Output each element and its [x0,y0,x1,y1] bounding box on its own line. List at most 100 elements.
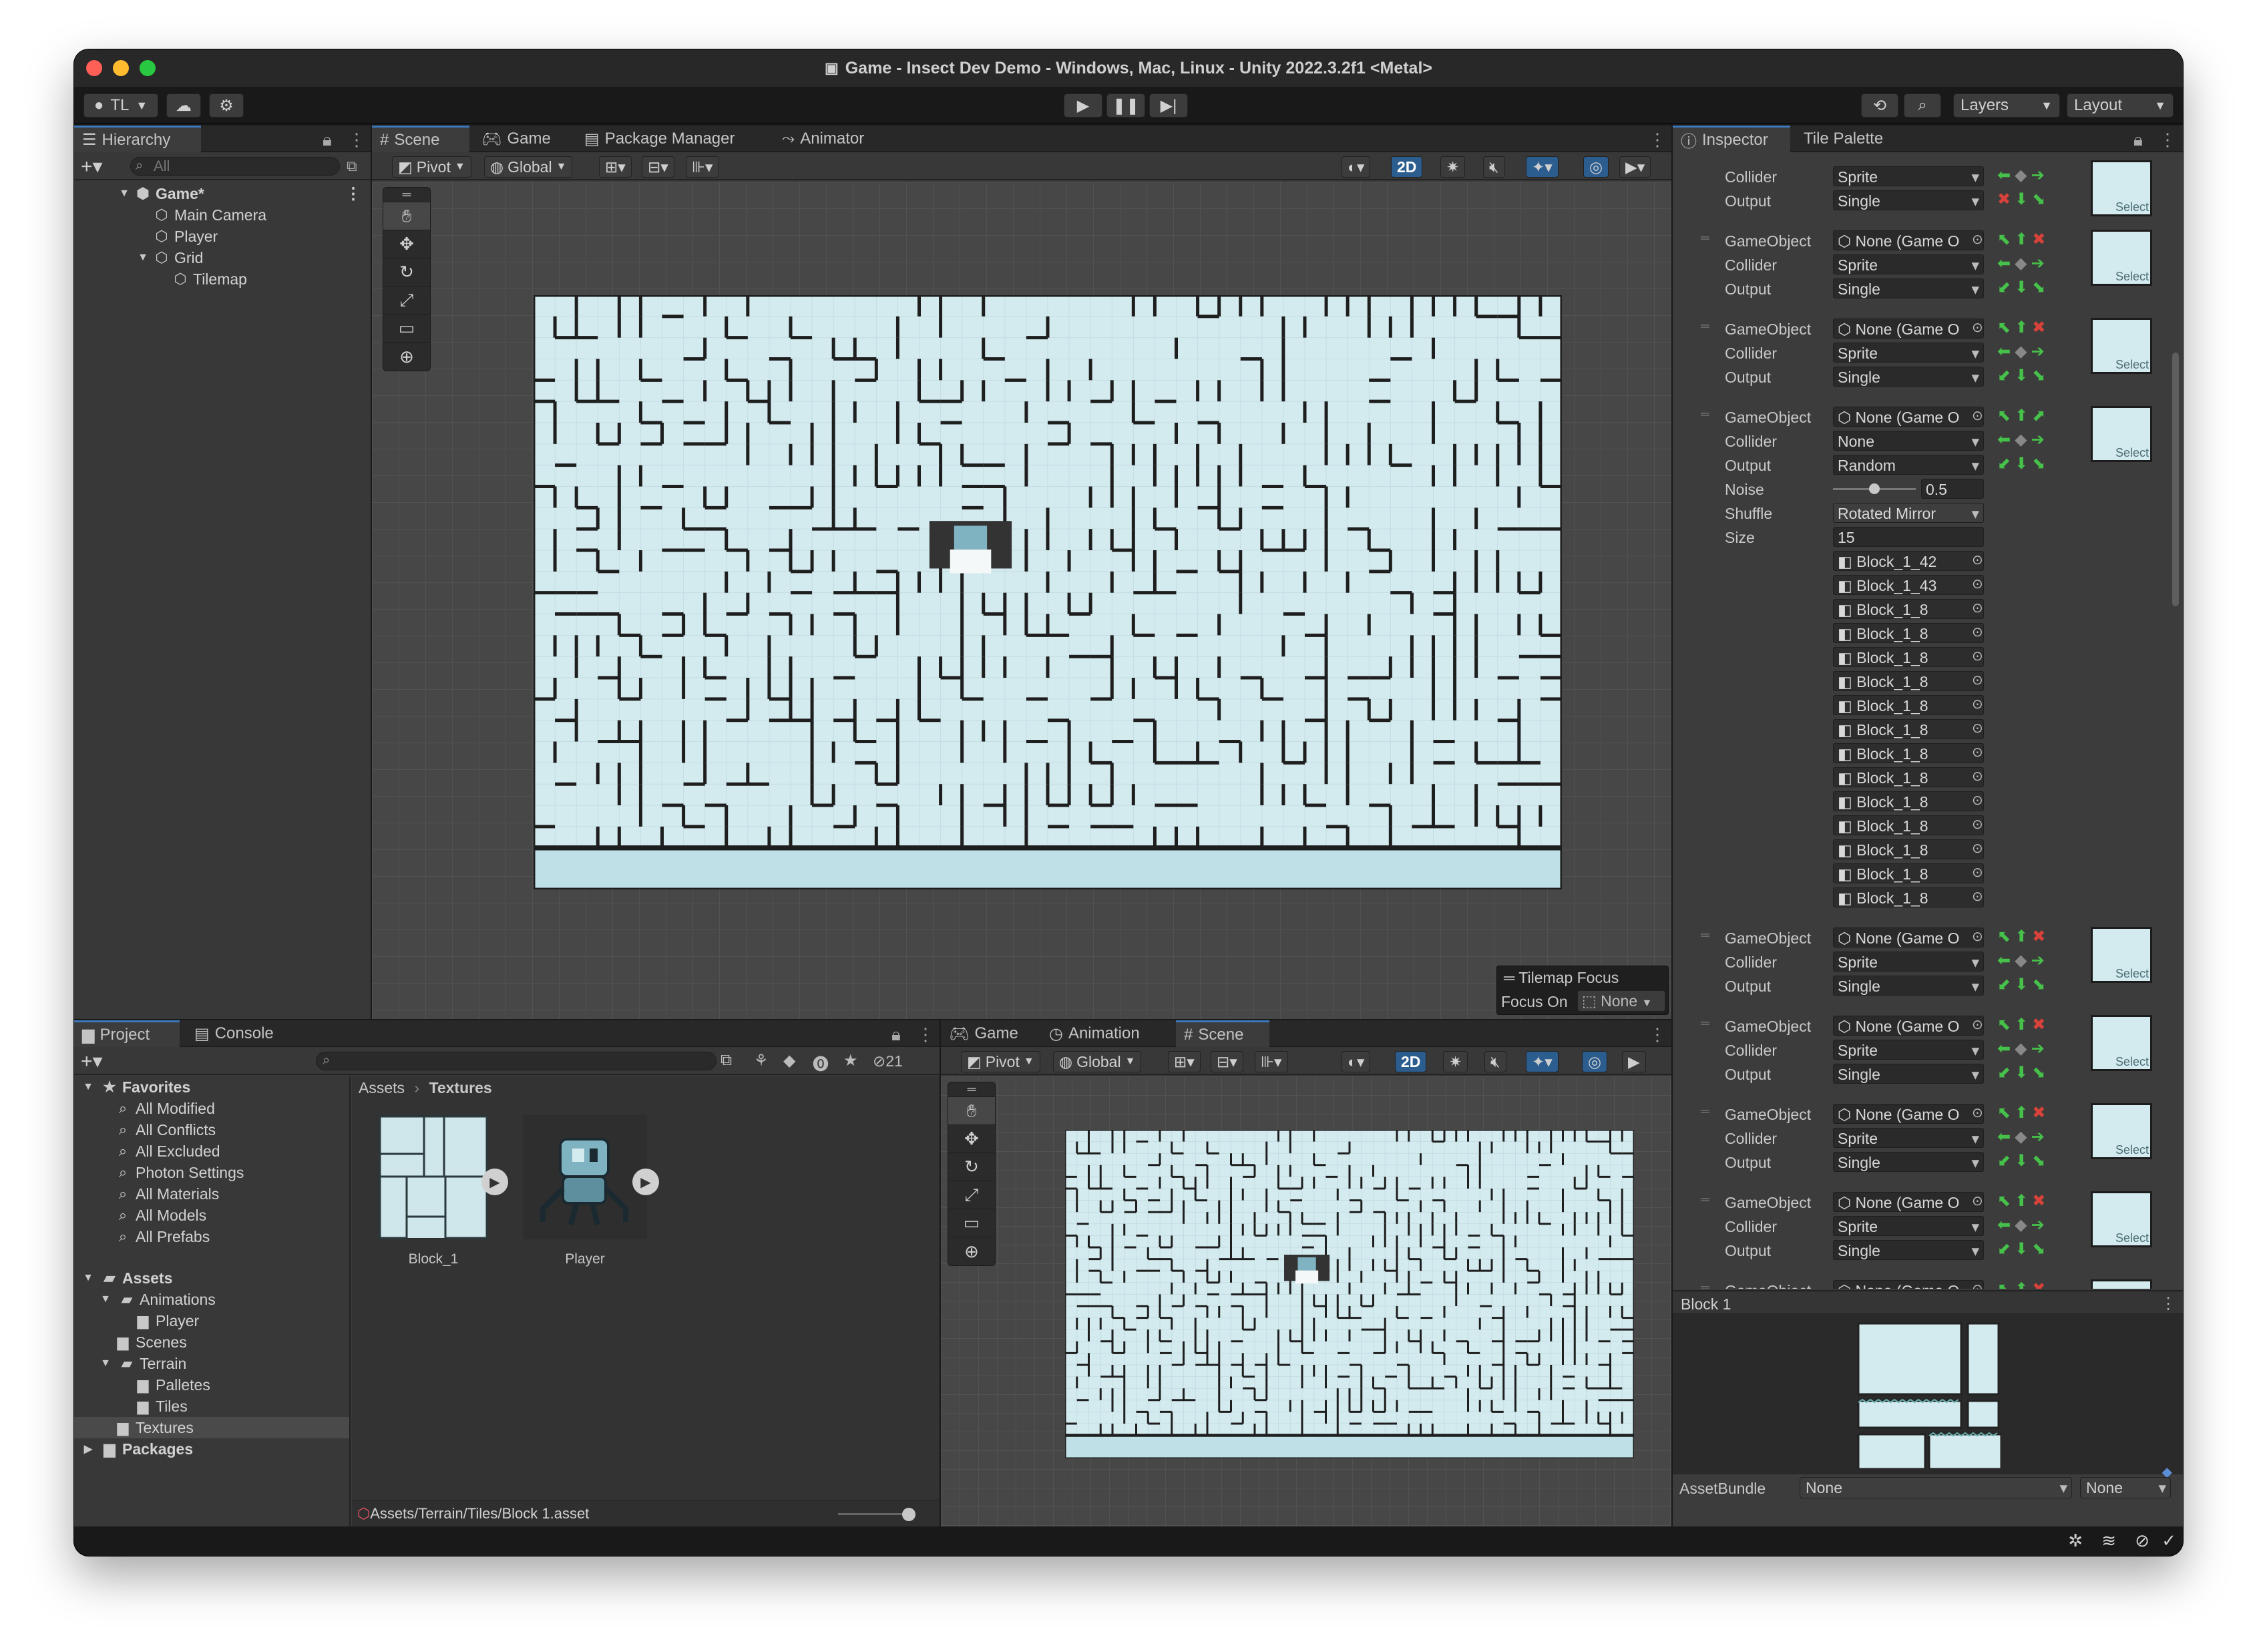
sprite-thumbnail[interactable]: Select [2091,230,2152,286]
cloud-button[interactable]: ☁ [166,93,201,118]
drag-handle-icon[interactable]: ═ [1701,1016,1709,1030]
transform-tool-icon[interactable]: ⊕ [948,1237,995,1265]
output-field[interactable]: Single [1833,1064,1984,1084]
focus-on-dropdown[interactable]: ⬚ None ▼ [1577,990,1665,1012]
check-icon[interactable]: ✓ [2162,1530,2176,1551]
object-picker-icon[interactable]: ⊙ [1972,600,1983,616]
object-picker-icon[interactable]: ⊙ [1972,319,1983,336]
collider-field[interactable]: None [1833,431,1984,451]
expand-arrow-icon[interactable]: ▼ [137,249,149,266]
collider-field[interactable]: Sprite [1833,254,1984,274]
zoom-window-button[interactable] [140,60,156,76]
tab-package-manager[interactable]: ▤ Package Manager [576,126,743,152]
object-picker-icon[interactable]: ⊙ [1972,1281,1983,1289]
object-picker-icon[interactable]: ⊙ [1972,792,1983,809]
neighbor-arrows-icon[interactable]: ⬅◆➔ [1997,1127,2045,1147]
neighbor-arrows-icon[interactable]: ⬋⬇⬊ [1997,454,2045,473]
hierarchy-item-main-camera[interactable]: ⬡ Main Camera [74,204,371,226]
breadcrumb-root[interactable]: Assets [359,1079,405,1096]
neighbor-arrows-icon[interactable]: ⬅◆➔ [1997,166,2045,185]
gameobject-field[interactable]: ⬡ None (Game O [1833,927,1984,948]
folder-animations[interactable]: ▼ ▰ Animations [74,1289,349,1310]
sprite-field[interactable]: ◧ Block_1_8 [1833,695,1984,715]
close-window-button[interactable] [86,60,102,76]
network-icon[interactable]: ⊘ [2135,1530,2149,1551]
favorite-item[interactable]: ⌕ All Excluded [74,1141,349,1162]
noise-field[interactable]: 0.5 [1921,479,1984,499]
add-icon[interactable]: +▾ [81,1050,103,1073]
hierarchy-item-player[interactable]: ⬡ Player [74,226,371,247]
lighting-toggle[interactable]: ✷ [1443,1051,1468,1072]
object-picker-icon[interactable]: ⊙ [1972,720,1983,737]
object-picker-icon[interactable]: ⊙ [1972,231,1983,248]
icon-size-slider[interactable] [838,1513,909,1515]
neighbor-arrows-icon[interactable]: ⬅◆➔ [1997,342,2045,361]
folder-palletes[interactable]: ▆ Palletes [74,1374,349,1396]
collider-field[interactable]: Sprite [1833,343,1984,363]
effects-toggle[interactable]: ✦▾ [1526,156,1559,178]
step-button[interactable]: ▶| [1149,93,1188,118]
folder-terrain[interactable]: ▼ ▰ Terrain [74,1353,349,1374]
sprite-field[interactable]: ◧ Block_1_8 [1833,719,1984,739]
folder-tiles[interactable]: ▆ Tiles [74,1396,349,1417]
move-tool-icon[interactable]: ✥ [383,230,430,258]
move-tool-icon[interactable]: ✥ [948,1125,995,1153]
gameobject-field[interactable]: ⬡ None (Game O [1833,1192,1984,1212]
breadcrumb-current[interactable]: Textures [429,1079,491,1096]
project-search-input[interactable] [316,1052,716,1070]
neighbor-arrows-icon[interactable]: ⬋⬇⬊ [1997,366,2045,385]
neighbor-arrows-icon[interactable]: ⬉⬆✖ [1997,318,2045,337]
expand-arrow-icon[interactable]: ▶ [79,1440,97,1458]
object-picker-icon[interactable]: ⊙ [1972,928,1983,945]
rotate-tool-icon[interactable]: ↻ [383,258,430,286]
gameobject-field[interactable]: ⬡ None (Game O [1833,1104,1984,1124]
audio-toggle[interactable]: 🔇︎ [1484,1051,1506,1072]
asset-item-player[interactable] [523,1115,647,1239]
grid-snap-button[interactable]: ⊞▾ [599,156,632,178]
scale-tool-icon[interactable]: ⤢ [948,1181,995,1209]
sprite-field[interactable]: ◧ Block_1_43 [1833,575,1984,595]
drag-handle-icon[interactable]: ═ [1701,407,1709,421]
sprite-field[interactable]: ◧ Block_1_42 [1833,551,1984,571]
favorite-item[interactable]: ⌕ All Conflicts [74,1119,349,1141]
hidden-packages-toggle[interactable]: ⊘21 [873,1052,903,1070]
drag-handle-icon[interactable]: ═ [1701,1193,1709,1207]
sprite-field[interactable]: ◧ Block_1_8 [1833,647,1984,667]
drag-handle-icon[interactable]: ═ [1701,928,1709,942]
grid-visibility-button[interactable]: ⊟▾ [1211,1051,1243,1072]
neighbor-arrows-icon[interactable]: ⬉⬆✖ [1997,1103,2045,1122]
object-picker-icon[interactable]: ⊙ [1972,744,1983,761]
object-picker-icon[interactable]: ⊙ [1972,1016,1983,1033]
lighting-toggle[interactable]: ✷ [1440,156,1466,178]
camera-dropdown[interactable]: ▶▾ [1619,156,1651,178]
sprite-thumbnail[interactable]: Select [2091,927,2152,983]
more-icon[interactable]: ⋮ [1649,1024,1666,1045]
expand-arrow-icon[interactable]: ▼ [79,1269,97,1287]
more-icon[interactable]: ⋮ [348,130,365,150]
object-picker-icon[interactable]: ⊙ [1972,648,1983,664]
expand-arrow-icon[interactable]: ▼ [97,1355,114,1372]
lock-icon[interactable]: 🔒︎ [2133,130,2143,151]
object-picker-icon[interactable]: ⊙ [1972,696,1983,712]
neighbor-arrows-icon[interactable]: ⬅◆➔ [1997,1039,2045,1058]
add-icon[interactable]: +▾ [81,155,103,178]
layout-dropdown[interactable]: Layout ▼ [2067,93,2174,118]
output-field[interactable]: Single [1833,367,1984,387]
scale-tool-icon[interactable]: ⤢ [383,286,430,315]
gameobject-field[interactable]: ⬡ None (Game O [1833,407,1984,427]
drag-handle-icon[interactable]: ═ [383,188,430,202]
sprite-field[interactable]: ◧ Block_1_8 [1833,743,1984,763]
hand-tool-icon[interactable]: ✋︎ [948,1097,995,1125]
debug-icon[interactable]: ✲ [2068,1530,2083,1551]
rect-tool-icon[interactable]: ▭ [383,315,430,343]
neighbor-arrows-icon[interactable]: ⬋⬇⬊ [1997,975,2045,994]
filter-log-icon[interactable]: ⓿ [813,1051,829,1074]
sprite-thumbnail[interactable]: Select [2091,1103,2152,1159]
asset-item-block-1[interactable] [379,1115,488,1239]
neighbor-arrows-icon[interactable]: ⬉⬆✖ [1997,1191,2045,1211]
pivot-dropdown[interactable]: ◩ Pivot ▼ [961,1051,1040,1072]
layers-dropdown[interactable]: Layers ▼ [1953,93,2060,118]
object-picker-icon[interactable]: ⊙ [1972,624,1983,640]
sprite-field[interactable]: ◧ Block_1_8 [1833,791,1984,811]
more-icon[interactable]: ⋮ [2160,1294,2176,1313]
